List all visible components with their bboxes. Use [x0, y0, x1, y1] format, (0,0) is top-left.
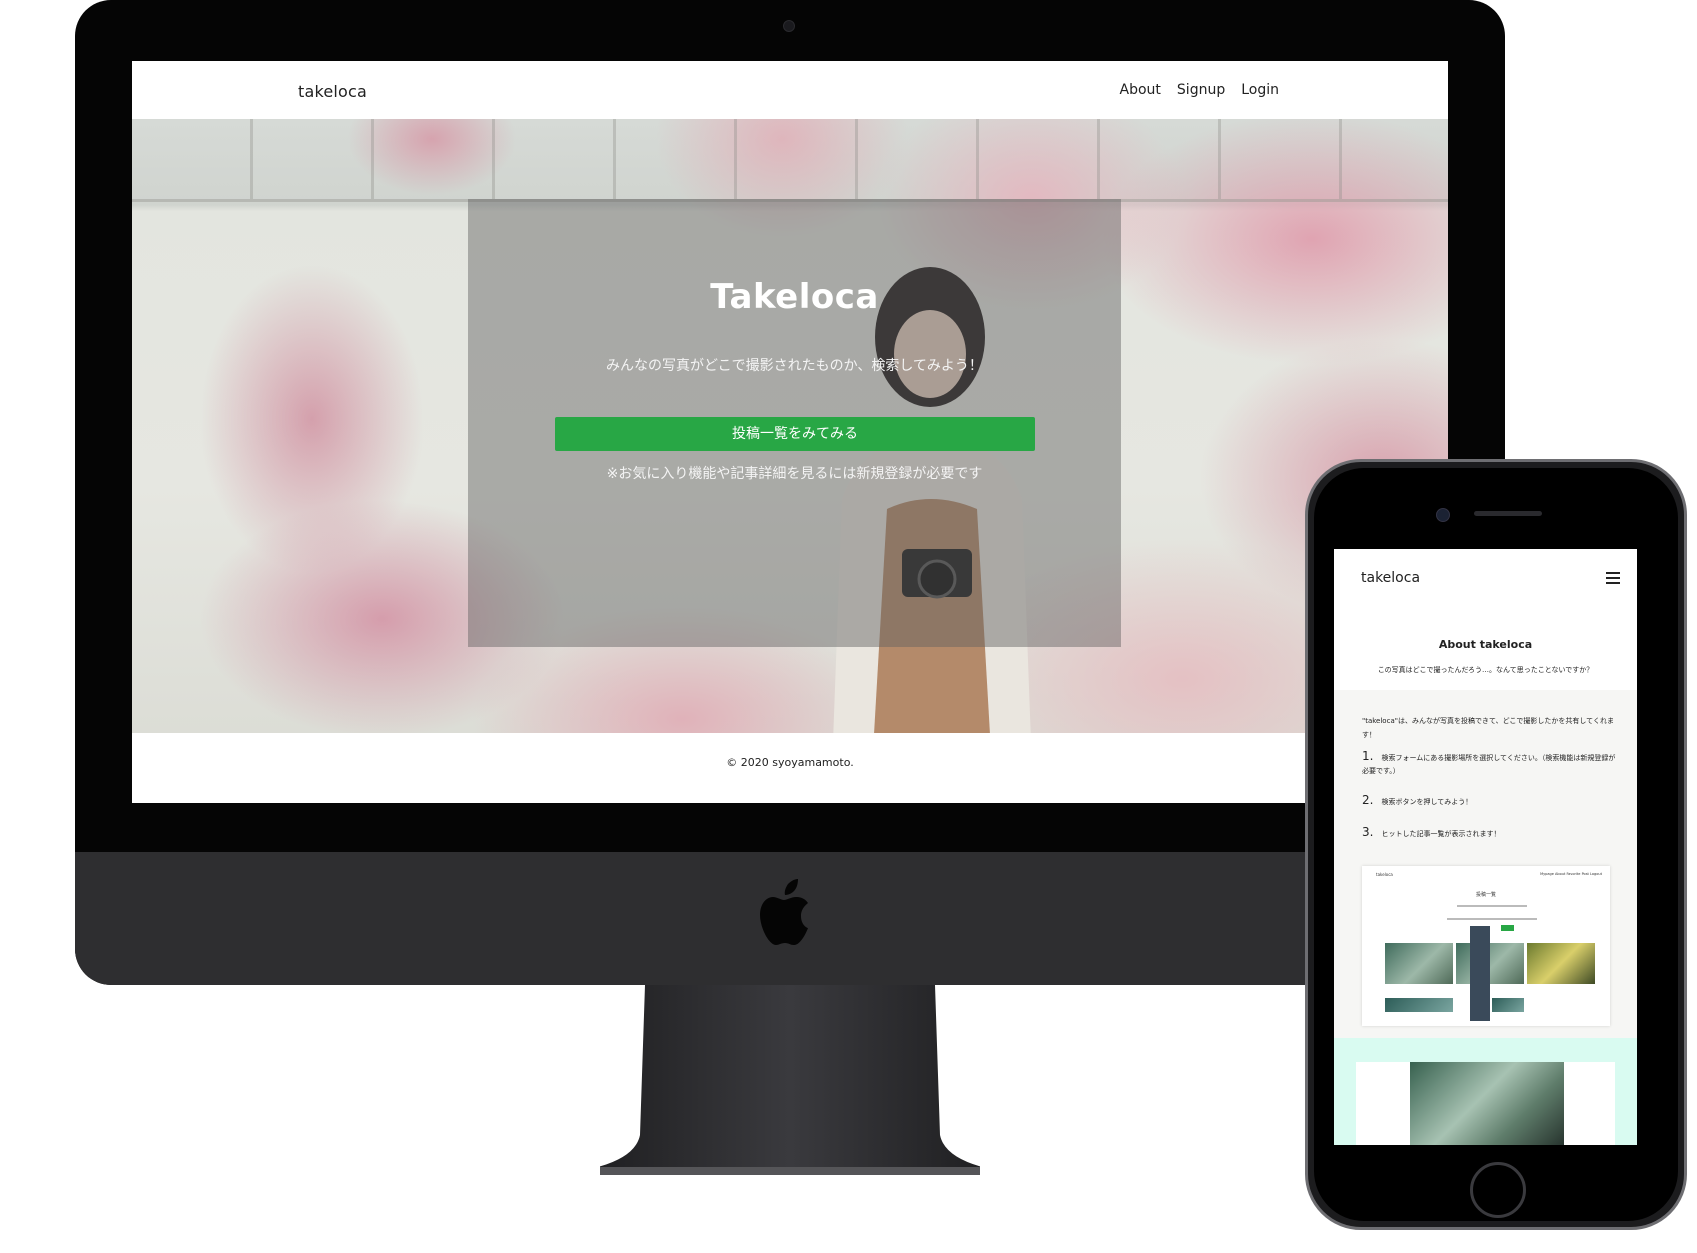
step-2: 2. 検索ボタンを押してみよう！	[1362, 794, 1617, 809]
view-posts-button[interactable]: 投稿一覧をみてみる	[555, 417, 1035, 451]
step-3-text: ヒットした記事一覧が表示されます！	[1381, 830, 1501, 838]
step-1-text: 検索フォームにある撮影場所を選択してください。（検索機能は新規登録が必要です。）	[1362, 754, 1616, 775]
nav-signup-link[interactable]: Signup	[1177, 82, 1225, 98]
mini-search-button	[1501, 925, 1514, 931]
mini-photo	[1456, 943, 1524, 984]
mini-brand: takeloca	[1376, 872, 1393, 877]
footer-copyright: © 2020 syoyamamoto.	[726, 756, 854, 769]
mini-text-line	[1447, 918, 1537, 920]
mini-photo	[1527, 943, 1595, 984]
hero-wall-bricks	[132, 119, 1448, 199]
desktop-screen: takeloca About Signup Login Takeloca みんな…	[132, 61, 1448, 803]
apple-logo-icon	[760, 879, 808, 945]
mini-dropdown	[1470, 926, 1490, 1021]
step-1-number: 1.	[1362, 749, 1374, 763]
mobile-brand-logo[interactable]: takeloca	[1361, 570, 1420, 586]
nav-login-link[interactable]: Login	[1241, 82, 1279, 98]
nav-about-link[interactable]: About	[1120, 82, 1161, 98]
nav-links: About Signup Login	[1120, 82, 1279, 98]
mini-photo	[1385, 943, 1453, 984]
about-content: "takeloca"は、みんなが写真を投稿できて、どこで撮影したかを共有してくれ…	[1334, 690, 1637, 1038]
mobile-navbar: takeloca	[1334, 549, 1637, 607]
mini-photo	[1492, 998, 1524, 1012]
hero-subtitle: みんなの写真がどこで撮影されたものか、検索してみよう！	[606, 358, 983, 374]
mini-nav: Mypage About Favorite Post Logout	[1540, 872, 1602, 876]
site-navbar: takeloca About Signup Login	[132, 61, 1448, 119]
hero-note: ※お気に入り機能や記事詳細を見るには新規登録が必要です	[606, 466, 983, 482]
mobile-screen: takeloca About takeloca この写真はどこで撮ったんだろう……	[1334, 549, 1637, 1145]
step-2-text: 検索ボタンを押してみよう！	[1381, 798, 1473, 806]
hamburger-icon[interactable]	[1606, 572, 1620, 584]
step-2-number: 2.	[1362, 793, 1374, 807]
imac-camera	[783, 20, 795, 32]
home-button	[1470, 1162, 1526, 1218]
phone-speaker	[1474, 511, 1542, 516]
mini-text-line	[1457, 905, 1527, 907]
step-3-number: 3.	[1362, 825, 1374, 839]
step-1: 1. 検索フォームにある撮影場所を選択してください。（検索機能は新規登録が必要です…	[1362, 750, 1617, 778]
imac-stand	[600, 985, 980, 1175]
step-3: 3. ヒットした記事一覧が表示されます！	[1362, 826, 1617, 841]
site-footer: © 2020 syoyamamoto.	[132, 733, 1448, 803]
hero-overlay-panel: Takeloca みんなの写真がどこで撮影されたものか、検索してみよう！ 投稿一…	[468, 199, 1121, 647]
about-title: About takeloca	[1438, 638, 1533, 651]
phone-camera	[1436, 508, 1450, 522]
mint-section	[1334, 1038, 1637, 1145]
mini-title: 投稿一覧	[1475, 892, 1496, 898]
mini-photo	[1385, 998, 1453, 1012]
post-photo	[1410, 1062, 1564, 1145]
brand-logo[interactable]: takeloca	[298, 82, 367, 101]
hero-section: Takeloca みんなの写真がどこで撮影されたものか、検索してみよう！ 投稿一…	[132, 119, 1448, 733]
about-intro: "takeloca"は、みんなが写真を投稿できて、どこで撮影したかを共有してくれ…	[1362, 717, 1614, 739]
hero-title: Takeloca	[710, 277, 879, 317]
post-card	[1356, 1062, 1615, 1145]
about-subtitle: この写真はどこで撮ったんだろう…。なんて思ったことないですか？	[1377, 666, 1594, 674]
mini-screenshot: takeloca Mypage About Favorite Post Logo…	[1362, 866, 1610, 1026]
